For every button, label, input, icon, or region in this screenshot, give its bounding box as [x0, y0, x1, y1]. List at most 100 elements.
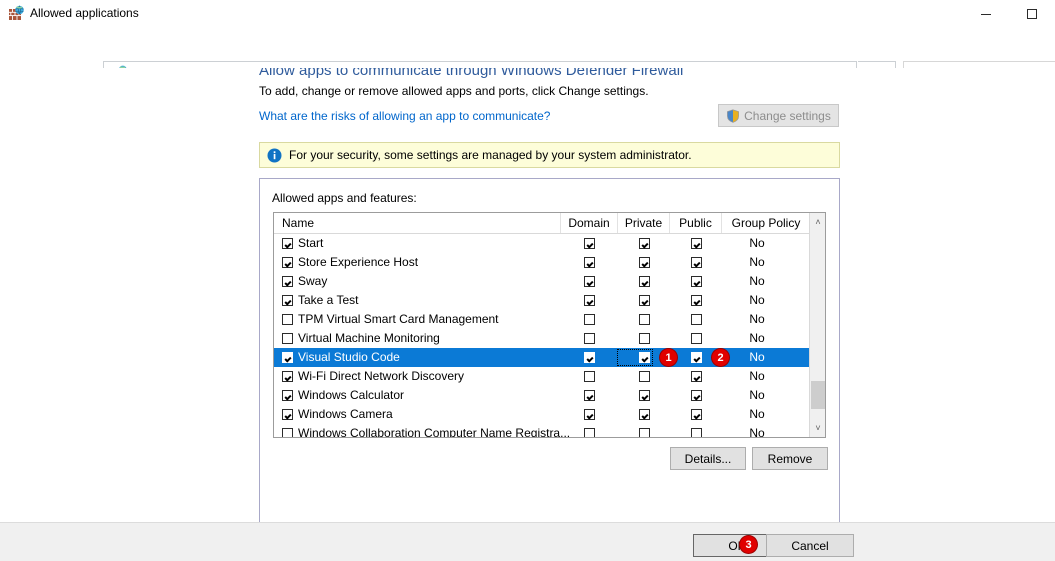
private-checkbox[interactable] [639, 390, 650, 401]
info-icon [267, 148, 282, 163]
app-name-label: Virtual Machine Monitoring [298, 329, 440, 348]
allowed-apps-list[interactable]: Name Domain Private Public Group Policy … [273, 212, 826, 438]
public-checkbox[interactable] [691, 314, 702, 325]
focus-rectangle [617, 349, 653, 366]
app-name-label: Store Experience Host [298, 253, 418, 272]
table-row[interactable]: Virtual Machine Monitoring No [274, 329, 811, 348]
public-checkbox[interactable] [691, 257, 702, 268]
group-policy-cell: No [722, 367, 792, 386]
maximize-button[interactable] [1009, 0, 1055, 28]
public-checkbox[interactable] [691, 352, 702, 363]
app-name-cell: Windows Camera [282, 405, 393, 424]
group-policy-cell: No [722, 329, 792, 348]
table-row[interactable]: Windows CalculatorNo [274, 386, 811, 405]
group-policy-cell: No [722, 405, 792, 424]
app-enabled-checkbox[interactable] [282, 428, 293, 438]
app-name-cell: Start [282, 234, 323, 253]
domain-checkbox[interactable] [584, 276, 595, 287]
remove-button[interactable]: Remove [752, 447, 828, 470]
private-checkbox[interactable] [639, 333, 650, 344]
page-subtext: To add, change or remove allowed apps an… [259, 84, 649, 98]
app-enabled-checkbox[interactable] [282, 390, 293, 401]
table-row[interactable]: TPM Virtual Smart Card ManagementNo [274, 310, 811, 329]
table-row[interactable]: Visual Studio CodeNo [274, 348, 811, 367]
cancel-button[interactable]: Cancel [766, 534, 854, 557]
table-row[interactable]: Store Experience Host No [274, 253, 811, 272]
app-name-label: Windows Collaboration Computer Name Regi… [298, 424, 570, 438]
private-checkbox[interactable] [639, 238, 650, 249]
app-enabled-checkbox[interactable] [282, 352, 293, 363]
change-settings-button[interactable]: Change settings [718, 104, 839, 127]
table-row[interactable]: Windows Collaboration Computer Name Regi… [274, 424, 811, 438]
domain-checkbox[interactable] [584, 295, 595, 306]
private-checkbox[interactable] [639, 371, 650, 382]
public-checkbox[interactable] [691, 390, 702, 401]
app-name-cell: Take a Test [282, 291, 358, 310]
private-checkbox[interactable] [639, 409, 650, 420]
public-checkbox[interactable] [691, 295, 702, 306]
column-header-name[interactable]: Name [274, 213, 561, 233]
column-header-group-policy[interactable]: Group Policy [722, 213, 811, 233]
table-row[interactable]: Start No [274, 234, 811, 253]
app-enabled-checkbox[interactable] [282, 333, 293, 344]
domain-checkbox[interactable] [584, 390, 595, 401]
column-header-domain[interactable]: Domain [561, 213, 618, 233]
minimize-button[interactable] [963, 0, 1009, 28]
scroll-up-button[interactable]: ˄ [810, 213, 826, 230]
app-enabled-checkbox[interactable] [282, 276, 293, 287]
private-checkbox[interactable] [639, 257, 650, 268]
private-checkbox[interactable] [639, 295, 650, 306]
domain-checkbox[interactable] [584, 238, 595, 249]
domain-checkbox[interactable] [584, 333, 595, 344]
panel-label: Allowed apps and features: [272, 191, 417, 205]
app-name-label: Windows Camera [298, 405, 393, 424]
chevron-up-icon: ˄ [815, 217, 820, 227]
group-policy-cell: No [722, 386, 792, 405]
app-enabled-checkbox[interactable] [282, 409, 293, 420]
private-checkbox[interactable] [639, 428, 650, 438]
app-enabled-checkbox[interactable] [282, 295, 293, 306]
group-policy-cell: No [722, 234, 792, 253]
list-header: Name Domain Private Public Group Policy [274, 213, 826, 234]
table-row[interactable]: SwayNo [274, 272, 811, 291]
chevron-down-icon: ˅ [815, 423, 820, 433]
title-bar: Allowed applications [0, 0, 1055, 28]
annotation-badge-2: 2 [712, 349, 729, 366]
public-checkbox[interactable] [691, 428, 702, 438]
group-policy-cell: No [722, 253, 792, 272]
private-checkbox[interactable] [639, 314, 650, 325]
app-name-label: Start [298, 234, 323, 253]
public-checkbox[interactable] [691, 409, 702, 420]
column-header-public[interactable]: Public [670, 213, 722, 233]
public-checkbox[interactable] [691, 333, 702, 344]
list-scrollbar[interactable]: ˄ ˅ [809, 213, 825, 437]
domain-checkbox[interactable] [584, 314, 595, 325]
app-name-cell: Store Experience Host [282, 253, 418, 272]
app-enabled-checkbox[interactable] [282, 314, 293, 325]
domain-checkbox[interactable] [584, 352, 595, 363]
risks-link[interactable]: What are the risks of allowing an app to… [259, 109, 550, 123]
table-row[interactable]: Take a TestNo [274, 291, 811, 310]
scrollbar-thumb[interactable] [811, 381, 825, 409]
minimize-icon [963, 0, 1009, 28]
public-checkbox[interactable] [691, 371, 702, 382]
details-button[interactable]: Details... [670, 447, 746, 470]
private-checkbox[interactable] [639, 276, 650, 287]
app-enabled-checkbox[interactable] [282, 257, 293, 268]
domain-checkbox[interactable] [584, 371, 595, 382]
app-enabled-checkbox[interactable] [282, 238, 293, 249]
app-name-cell: Wi-Fi Direct Network Discovery [282, 367, 464, 386]
app-name-cell: Virtual Machine Monitoring [282, 329, 440, 348]
app-enabled-checkbox[interactable] [282, 371, 293, 382]
change-settings-label: Change settings [744, 109, 831, 123]
scroll-down-button[interactable]: ˅ [810, 419, 826, 436]
table-row[interactable]: Windows Camera No [274, 405, 811, 424]
public-checkbox[interactable] [691, 238, 702, 249]
public-checkbox[interactable] [691, 276, 702, 287]
domain-checkbox[interactable] [584, 428, 595, 438]
admin-notice-text: For your security, some settings are man… [289, 148, 692, 162]
column-header-private[interactable]: Private [618, 213, 670, 233]
table-row[interactable]: Wi-Fi Direct Network Discovery No [274, 367, 811, 386]
domain-checkbox[interactable] [584, 257, 595, 268]
domain-checkbox[interactable] [584, 409, 595, 420]
